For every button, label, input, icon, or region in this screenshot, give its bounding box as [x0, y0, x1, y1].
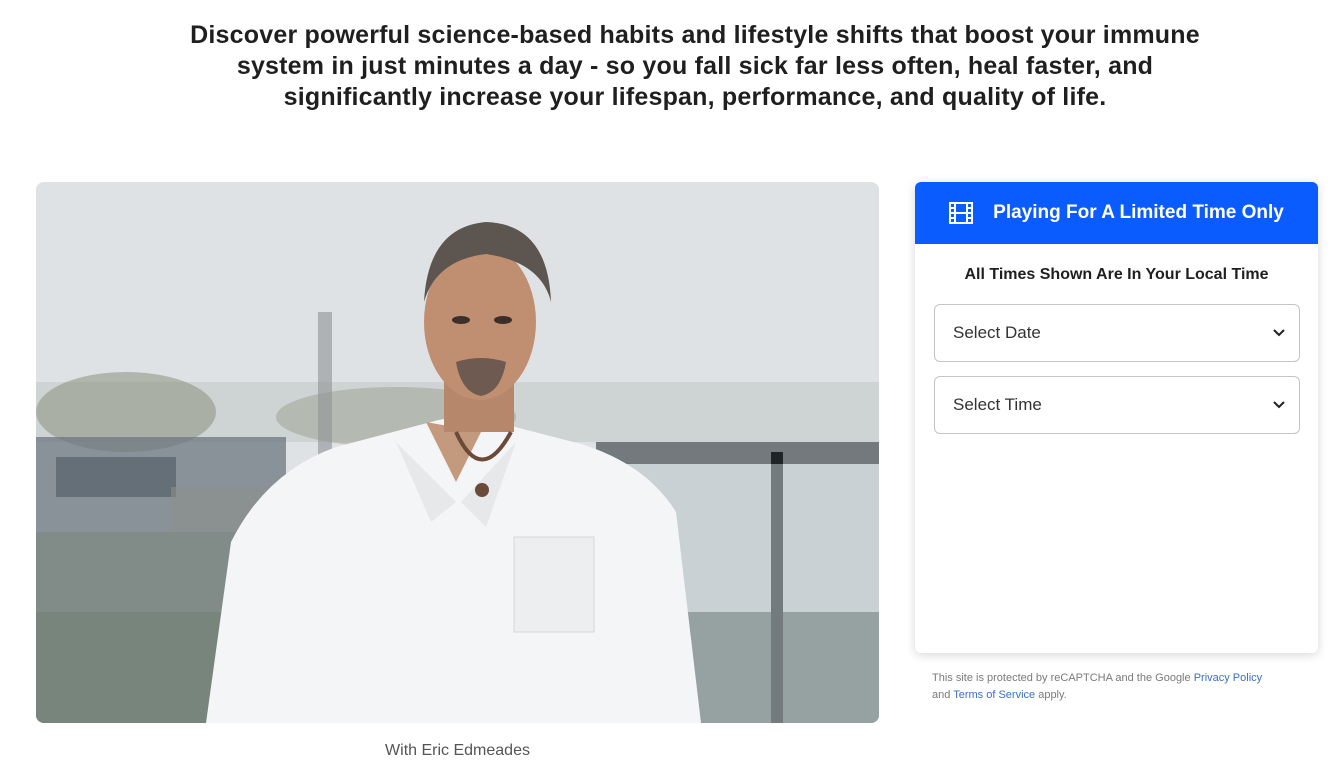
presenter-photo	[36, 182, 879, 723]
recaptcha-notice: This site is protected by reCAPTCHA and …	[932, 670, 1312, 704]
card-header: Playing For A Limited Time Only	[915, 182, 1318, 244]
presenter-image	[36, 182, 879, 723]
recaptcha-prefix: This site is protected by reCAPTCHA and …	[932, 672, 1191, 684]
chevron-down-icon	[1273, 401, 1285, 409]
registration-card: Playing For A Limited Time Only All Time…	[915, 182, 1318, 653]
timezone-note: All Times Shown Are In Your Local Time	[964, 266, 1269, 283]
date-select-label: Select Date	[953, 323, 1041, 342]
privacy-policy-link[interactable]: Privacy Policy	[1194, 672, 1262, 684]
hero-headline: Discover powerful science-based habits a…	[150, 20, 1240, 113]
date-select[interactable]: Select Date	[934, 304, 1300, 362]
recaptcha-and: and	[932, 689, 951, 701]
chevron-down-icon	[1273, 329, 1285, 337]
terms-of-service-link[interactable]: Terms of Service	[953, 689, 1035, 701]
card-header-title: Playing For A Limited Time Only	[993, 202, 1284, 223]
headline-line-1: Discover powerful science-based habits a…	[190, 21, 1200, 49]
time-select-label: Select Time	[953, 395, 1042, 414]
presenter-caption: With Eric Edmeades	[385, 742, 530, 759]
headline-line-3: significantly increase your lifespan, pe…	[283, 83, 1107, 111]
headline-line-2: system in just minutes a day - so you fa…	[236, 52, 1154, 80]
time-select[interactable]: Select Time	[934, 376, 1300, 434]
recaptcha-suffix: apply.	[1038, 689, 1067, 701]
film-icon	[949, 202, 974, 224]
